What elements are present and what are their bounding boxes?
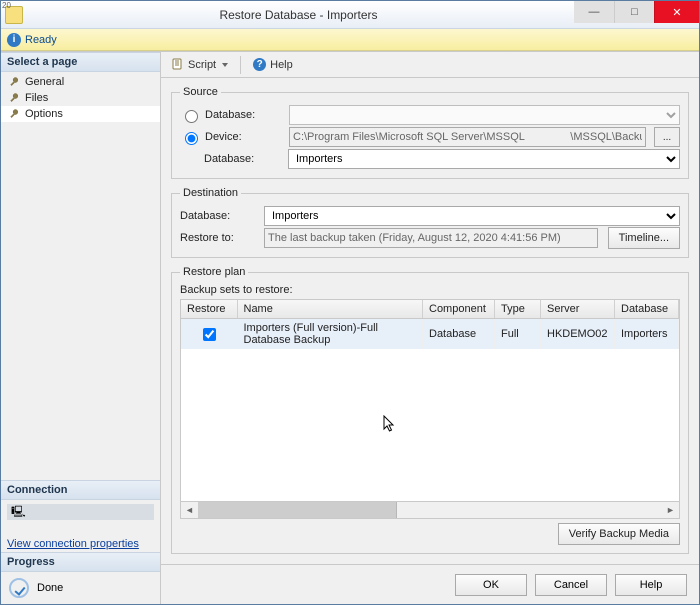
source-database-radio[interactable] — [185, 110, 198, 123]
toolbar-separator — [240, 56, 241, 74]
cell-name: Importers (Full version)-Full Database B… — [237, 319, 423, 350]
status-strip: i Ready — [1, 29, 699, 51]
grid-header-row: Restore Name Component Type Server Datab… — [181, 300, 679, 319]
timeline-button[interactable]: Timeline... — [608, 227, 680, 249]
sidebar-item-files[interactable]: Files — [1, 90, 160, 106]
script-icon — [171, 58, 184, 71]
cell-database: Importers — [615, 319, 679, 350]
app-icon — [5, 6, 23, 24]
sidebar-item-label: Files — [25, 92, 48, 104]
maximize-button[interactable]: □ — [614, 1, 654, 23]
help-label: Help — [270, 59, 293, 71]
restore-to-field — [264, 228, 598, 248]
browse-device-button[interactable]: ... — [654, 127, 680, 147]
progress-body: Done — [1, 572, 160, 604]
source-device-label: Device: — [205, 131, 285, 143]
titlebar[interactable]: Restore Database - Importers — □ ✕ — [1, 1, 699, 29]
select-page-header: Select a page — [1, 52, 160, 72]
cell-component: Database — [423, 319, 495, 350]
source-legend: Source — [180, 86, 221, 98]
done-icon — [9, 578, 29, 598]
table-row[interactable]: Importers (Full version)-Full Database B… — [181, 319, 679, 350]
script-label: Script — [188, 59, 216, 71]
cancel-button[interactable]: Cancel — [535, 574, 607, 596]
verify-backup-media-button[interactable]: Verify Backup Media — [558, 523, 680, 545]
restore-row-checkbox[interactable] — [203, 328, 216, 341]
destination-database-label: Database: — [180, 210, 260, 222]
scroll-left-arrow[interactable]: ◄ — [181, 502, 198, 518]
backup-sets-grid[interactable]: Restore Name Component Type Server Datab… — [180, 299, 680, 502]
info-icon: i — [7, 33, 21, 47]
sidebar-item-options[interactable]: Options — [1, 106, 160, 122]
source-database-select[interactable] — [289, 105, 680, 125]
source-device-radio[interactable] — [185, 132, 198, 145]
source-backup-database-label: Database: — [204, 153, 284, 165]
help-icon: ? — [253, 58, 266, 71]
source-group: Source Database: Device: ... Database: — [171, 86, 689, 179]
dialog-button-row: OK Cancel Help — [161, 564, 699, 604]
view-connection-properties-link[interactable]: View connection properties — [1, 528, 160, 552]
scroll-right-arrow[interactable]: ► — [662, 502, 679, 518]
restore-database-window: Restore Database - Importers — □ ✕ i Rea… — [0, 0, 700, 605]
backup-sets-subtitle: Backup sets to restore: — [180, 284, 680, 296]
wrench-icon — [9, 109, 20, 120]
col-restore[interactable]: Restore — [181, 300, 237, 319]
minimize-button[interactable]: — — [574, 1, 614, 23]
progress-header: Progress — [1, 552, 160, 572]
page-list: General Files Options — [1, 72, 160, 124]
restore-plan-legend: Restore plan — [180, 266, 248, 278]
help-button[interactable]: ? Help — [249, 56, 297, 73]
scroll-thumb[interactable] — [198, 502, 397, 518]
restore-plan-group: Restore plan Backup sets to restore: Res… — [171, 266, 689, 554]
server-icon: 🖳 — [11, 503, 26, 522]
window-title: Restore Database - Importers — [23, 8, 574, 22]
main-panel: Script ? Help Source Database: — [161, 52, 699, 604]
connection-header: Connection — [1, 480, 160, 500]
destination-group: Destination Database: Importers Restore … — [171, 187, 689, 258]
sidebar: Select a page General Files Options Conn… — [1, 52, 161, 604]
grid-horizontal-scrollbar[interactable]: ◄ ► — [180, 502, 680, 519]
progress-status-text: Done — [37, 582, 63, 594]
destination-legend: Destination — [180, 187, 241, 199]
restore-to-label: Restore to: — [180, 232, 260, 244]
toolbar: Script ? Help — [161, 52, 699, 78]
connection-server-row: 🖳 — [7, 504, 154, 520]
close-button[interactable]: ✕ — [654, 1, 699, 23]
dialog-body: Select a page General Files Options Conn… — [1, 51, 699, 604]
col-type[interactable]: Type — [495, 300, 541, 319]
destination-database-select[interactable]: Importers — [264, 206, 680, 226]
col-name[interactable]: Name — [237, 300, 423, 319]
device-path-field — [289, 127, 646, 147]
status-text: Ready — [25, 34, 57, 46]
sidebar-item-label: General — [25, 76, 64, 88]
wrench-icon — [9, 77, 20, 88]
chevron-down-icon — [222, 63, 228, 67]
ok-button[interactable]: OK — [455, 574, 527, 596]
cell-server: HKDEMO02 — [541, 319, 615, 350]
cell-type: Full — [495, 319, 541, 350]
help-dialog-button[interactable]: Help — [615, 574, 687, 596]
source-backup-database-select[interactable]: Importers — [288, 149, 680, 169]
source-database-label: Database: — [205, 109, 285, 121]
col-database[interactable]: Database — [615, 300, 679, 319]
content-area: Source Database: Device: ... Database: — [161, 78, 699, 564]
sidebar-item-label: Options — [25, 108, 63, 120]
col-server[interactable]: Server — [541, 300, 615, 319]
sidebar-item-general[interactable]: General — [1, 74, 160, 90]
wrench-icon — [9, 93, 20, 104]
connection-body: 🖳 — [1, 500, 160, 528]
script-button[interactable]: Script — [167, 56, 232, 73]
col-component[interactable]: Component — [423, 300, 495, 319]
